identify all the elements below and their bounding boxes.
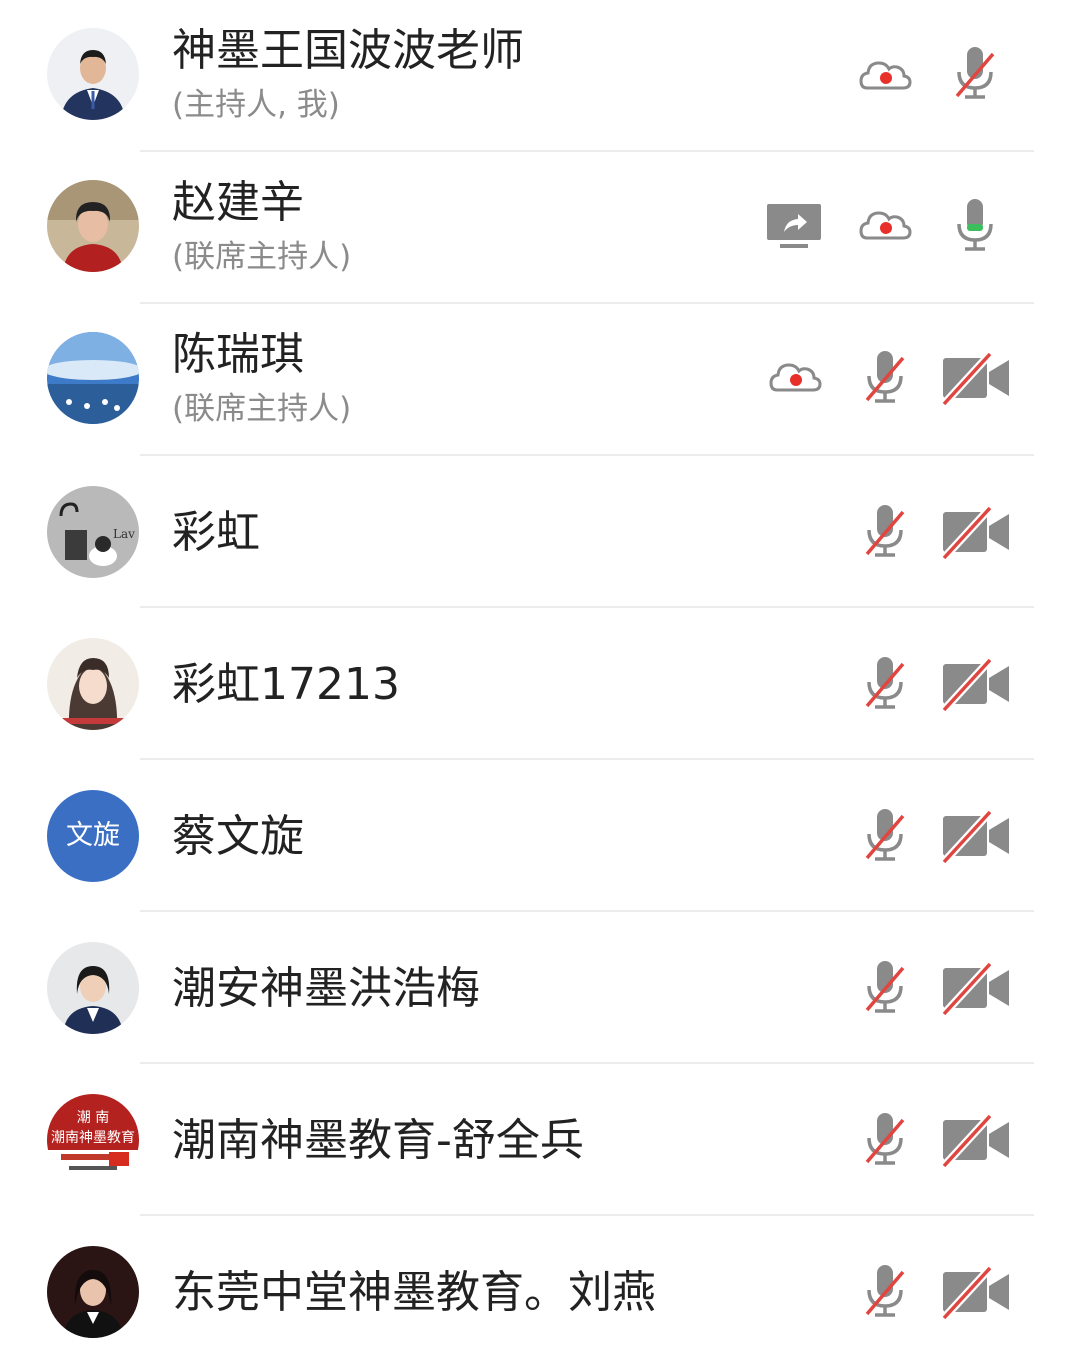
participant-row[interactable]: 神墨王国波波老师 (主持人, 我) (0, 0, 1080, 152)
avatar: Lav (47, 486, 139, 578)
cloud-record-icon (855, 196, 915, 256)
logo-text: 潮南神墨教育 (51, 1130, 135, 1146)
participant-row[interactable]: 赵建辛 (联席主持人) (0, 152, 1080, 304)
mic-muted-icon (855, 806, 915, 866)
camera-off-icon (940, 1262, 1012, 1322)
camera-off-icon (940, 806, 1012, 866)
mic-muted-icon (855, 1262, 915, 1322)
participant-row[interactable]: 潮安神墨洪浩梅 (0, 912, 1080, 1064)
participant-name: 蔡文旋 (172, 811, 304, 862)
avatar (47, 638, 139, 730)
avatar (47, 942, 139, 1034)
avatar (47, 28, 139, 120)
participant-list: 神墨王国波波老师 (主持人, 我) 赵建辛 (联席主持人) 陈瑞琪 (联席主持人… (0, 0, 1080, 1368)
avatar-text: 文旋 (47, 790, 139, 882)
participant-name: 潮南神墨教育-舒全兵 (172, 1115, 584, 1166)
mic-muted-icon (855, 348, 915, 408)
avatar (47, 180, 139, 272)
mic-muted-icon (945, 44, 1005, 104)
mic-muted-icon (855, 958, 915, 1018)
participant-row[interactable]: 东莞中堂神墨教育。刘燕 (0, 1216, 1080, 1368)
camera-off-icon (940, 654, 1012, 714)
cloud-record-icon (765, 348, 825, 408)
participant-name: 神墨王国波波老师 (172, 25, 524, 76)
participant-name: 东莞中堂神墨教育。刘燕 (172, 1267, 656, 1318)
participant-row[interactable]: 彩虹17213 (0, 608, 1080, 760)
participant-role: (联席主持人) (172, 391, 352, 427)
mic-muted-icon (855, 1110, 915, 1170)
avatar (47, 1246, 139, 1338)
participant-name: 彩虹17213 (172, 659, 400, 710)
camera-off-icon (940, 348, 1012, 408)
cloud-record-icon (855, 46, 915, 106)
camera-off-icon (940, 1110, 1012, 1170)
participant-row[interactable]: Lav 彩虹 (0, 456, 1080, 608)
participant-role: (主持人, 我) (172, 87, 340, 123)
participant-name: 潮安神墨洪浩梅 (172, 963, 480, 1014)
avatar: 潮 南 潮南神墨教育 (47, 1094, 139, 1186)
participant-row[interactable]: 陈瑞琪 (联席主持人) (0, 304, 1080, 456)
participant-row[interactable]: 文旋 蔡文旋 (0, 760, 1080, 912)
mic-muted-icon (855, 654, 915, 714)
mic-muted-icon (855, 502, 915, 562)
participant-name: 彩虹 (172, 507, 260, 558)
camera-off-icon (940, 958, 1012, 1018)
participant-name: 赵建辛 (172, 177, 304, 228)
participant-row[interactable]: 潮 南 潮南神墨教育 潮南神墨教育-舒全兵 (0, 1064, 1080, 1216)
avatar (47, 332, 139, 424)
screen-share-icon (764, 196, 824, 256)
mic-on-icon (945, 196, 1005, 256)
participant-role: (联席主持人) (172, 239, 352, 275)
svg-text:潮 南: 潮 南 (77, 1110, 109, 1126)
camera-off-icon (940, 502, 1012, 562)
participant-name: 陈瑞琪 (172, 329, 304, 380)
svg-text:Lav: Lav (113, 527, 135, 541)
